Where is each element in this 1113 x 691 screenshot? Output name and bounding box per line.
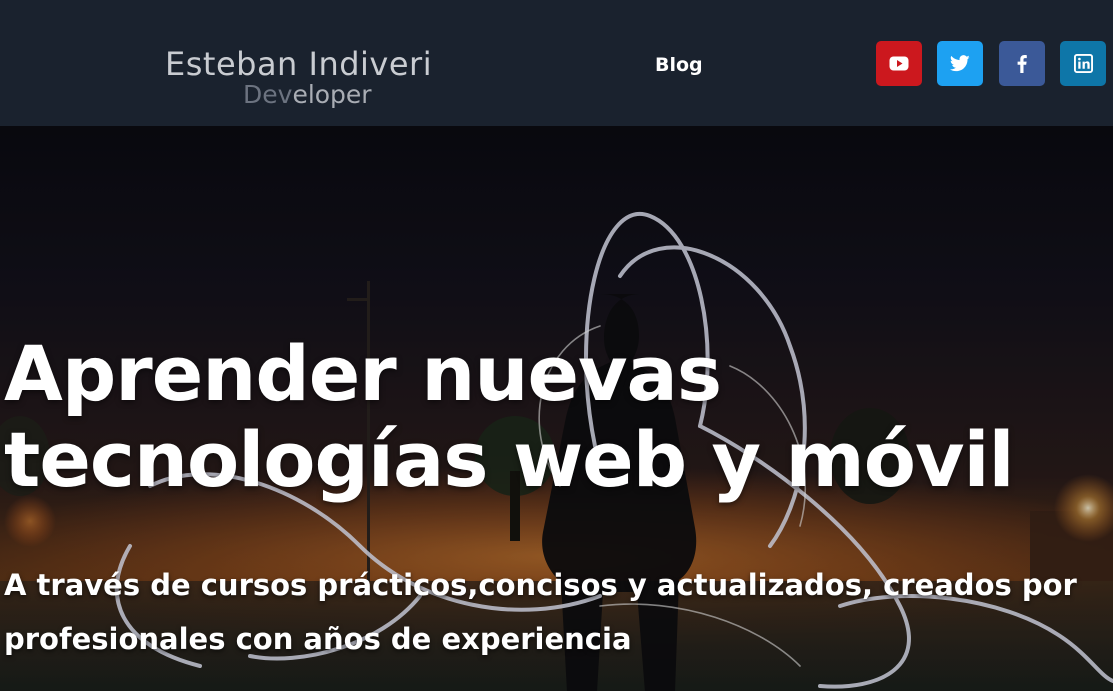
logo-subtitle-faded: Dev: [243, 80, 293, 109]
facebook-button[interactable]: [999, 41, 1045, 86]
twitter-button[interactable]: [937, 41, 983, 86]
twitter-icon: [950, 55, 970, 72]
site-logo[interactable]: Esteban Indiveri Developer: [165, 44, 475, 114]
linkedin-button[interactable]: [1060, 41, 1106, 86]
logo-subtitle: Developer: [243, 80, 372, 110]
hero-title: Aprender nuevas tecnologías web y móvil: [4, 329, 1015, 504]
logo-name: Esteban Indiveri: [165, 45, 433, 83]
hero-subtitle: A través de cursos prácticos,concisos y …: [4, 568, 1077, 656]
facebook-icon: [1017, 54, 1027, 73]
nav-link-blog[interactable]: Blog: [655, 52, 703, 78]
linkedin-icon: [1073, 54, 1093, 73]
youtube-button[interactable]: [876, 41, 922, 86]
hero-section: Aprender nuevas tecnologías web y móvil …: [0, 126, 1113, 691]
logo-subtitle-rest: eloper: [292, 80, 372, 109]
site-header: Esteban Indiveri Developer Blog: [0, 0, 1113, 126]
youtube-icon: [889, 56, 909, 71]
